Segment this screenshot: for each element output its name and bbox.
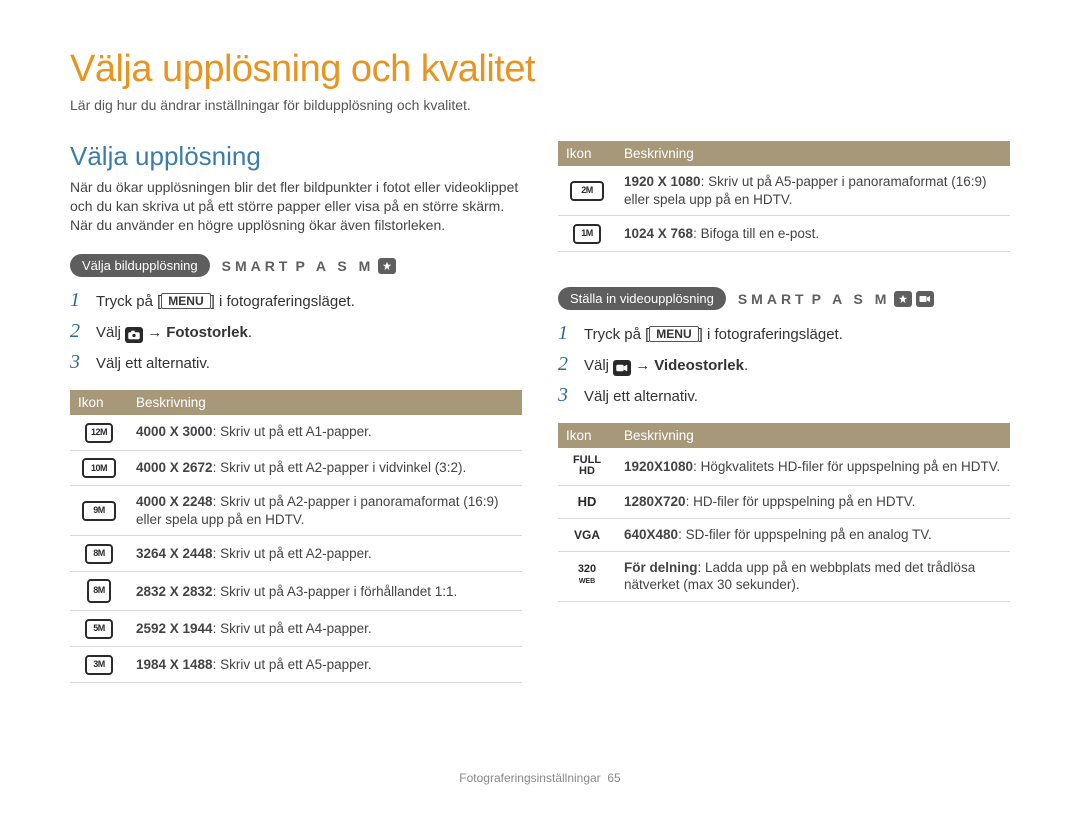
videocam-icon	[613, 360, 631, 376]
th-desc: Beskrivning	[616, 423, 1010, 448]
mode-smart: SMART	[738, 291, 808, 307]
mode-smart: SMART	[222, 258, 292, 274]
res-icon-5m: 5M	[85, 619, 113, 639]
table-row: 2M 1920 X 1080: Skriv ut på A5-papper i …	[558, 166, 1010, 216]
res-icon-10m: 10M	[82, 458, 116, 478]
table-row: 5M 2592 X 1944: Skriv ut på ett A4-pappe…	[70, 611, 522, 647]
th-icon: Ikon	[558, 141, 616, 166]
footer-page-number: 65	[607, 771, 620, 785]
th-icon: Ikon	[70, 390, 128, 415]
step-number: 2	[558, 353, 574, 376]
arrow-icon: →	[631, 357, 654, 374]
star-mode-icon	[894, 291, 912, 307]
camera-icon	[125, 327, 143, 343]
res-icon-8m: 8M	[85, 544, 113, 564]
arrow-icon: →	[143, 324, 166, 341]
video-subsection-header: Ställa in videoupplösning SMART P A S M	[558, 286, 1010, 312]
res-icon-hd: HD	[578, 495, 597, 508]
table-row: FULLHD 1920X1080: Högkvalitets HD-filer …	[558, 448, 1010, 486]
video-mode-icon	[916, 291, 934, 307]
mode-indicators: SMART P A S M	[222, 258, 397, 274]
res-icon-12m: 12M	[85, 423, 113, 443]
table-row: 8M 2832 X 2832: Skriv ut på A3-papper i …	[70, 572, 522, 611]
th-desc: Beskrivning	[128, 390, 522, 415]
right-column: Ikon Beskrivning 2M 1920 X 1080: Skriv u…	[558, 141, 1010, 689]
two-column-layout: Välja upplösning När du ökar upplösninge…	[70, 141, 1010, 689]
mode-indicators: SMART P A S M	[738, 291, 935, 307]
video-step-1: 1 Tryck på [MENU] i fotograferingsläget.	[558, 322, 1010, 345]
table-row: 12M 4000 X 3000: Skriv ut på ett A1-papp…	[70, 415, 522, 450]
res-icon-3m: 3M	[85, 655, 113, 675]
table-row: 9M 4000 X 2248: Skriv ut på A2-papper i …	[70, 486, 522, 536]
photo-steps: 1 Tryck på [MENU] i fotograferingsläget.…	[70, 289, 522, 374]
star-mode-icon	[378, 258, 396, 274]
step-number: 3	[70, 351, 86, 374]
th-desc: Beskrivning	[616, 141, 1010, 166]
page-title: Välja upplösning och kvalitet	[70, 48, 1010, 91]
video-resolution-table: Ikon Beskrivning FULLHD 1920X1080: Högkv…	[558, 423, 1010, 602]
table-row: VGA 640X480: SD-filer för uppspelning på…	[558, 519, 1010, 552]
th-icon: Ikon	[558, 423, 616, 448]
section-paragraph: När du ökar upplösningen blir det fler b…	[70, 178, 522, 235]
manual-page: Välja upplösning och kvalitet Lär dig hu…	[0, 0, 1080, 815]
page-footer: Fotograferingsinställningar 65	[0, 771, 1080, 785]
res-icon-1m: 1M	[573, 224, 601, 244]
res-icon-8m-square: 8M	[87, 579, 111, 603]
photo-subsection-header: Välja bildupplösning SMART P A S M	[70, 253, 522, 279]
menu-key: MENU	[161, 293, 210, 309]
step-number: 3	[558, 384, 574, 407]
table-row: HD 1280X720: HD-filer för uppspelning på…	[558, 486, 1010, 519]
video-step-2: 2 Välj →Videostorlek.	[558, 353, 1010, 376]
page-subtitle: Lär dig hur du ändrar inställningar för …	[70, 97, 1010, 113]
footer-section: Fotograferingsinställningar	[459, 771, 600, 785]
mode-letters: P A S M	[812, 291, 891, 307]
menu-key: MENU	[649, 326, 698, 342]
table-row: 1M 1024 X 768: Bifoga till en e-post.	[558, 216, 1010, 252]
section-heading: Välja upplösning	[70, 141, 522, 172]
left-column: Välja upplösning När du ökar upplösninge…	[70, 141, 522, 689]
video-step-3: 3 Välj ett alternativ.	[558, 384, 1010, 407]
video-pill: Ställa in videoupplösning	[558, 287, 726, 310]
step-number: 1	[70, 289, 86, 312]
step-number: 1	[558, 322, 574, 345]
res-icon-320: 320WEB	[578, 564, 596, 586]
photo-resolution-table: Ikon Beskrivning 12M 4000 X 3000: Skriv …	[70, 390, 522, 683]
res-icon-9m: 9M	[82, 501, 116, 521]
step-number: 2	[70, 320, 86, 343]
photo-step-3: 3 Välj ett alternativ.	[70, 351, 522, 374]
res-icon-vga: VGA	[574, 529, 600, 541]
table-row: 320WEB För delning: Ladda upp på en webb…	[558, 551, 1010, 601]
video-steps: 1 Tryck på [MENU] i fotograferingsläget.…	[558, 322, 1010, 407]
table-row: 3M 1984 X 1488: Skriv ut på ett A5-pappe…	[70, 647, 522, 683]
photo-resolution-table-continued: Ikon Beskrivning 2M 1920 X 1080: Skriv u…	[558, 141, 1010, 252]
table-row: 10M 4000 X 2672: Skriv ut på ett A2-papp…	[70, 450, 522, 486]
res-icon-fullhd: FULLHD	[573, 455, 601, 477]
photo-pill: Välja bildupplösning	[70, 254, 210, 277]
table-row: 8M 3264 X 2448: Skriv ut på ett A2-pappe…	[70, 536, 522, 572]
mode-letters: P A S M	[295, 258, 374, 274]
photo-step-2: 2 Välj →Fotostorlek.	[70, 320, 522, 343]
photo-step-1: 1 Tryck på [MENU] i fotograferingsläget.	[70, 289, 522, 312]
res-icon-2m: 2M	[570, 181, 604, 201]
